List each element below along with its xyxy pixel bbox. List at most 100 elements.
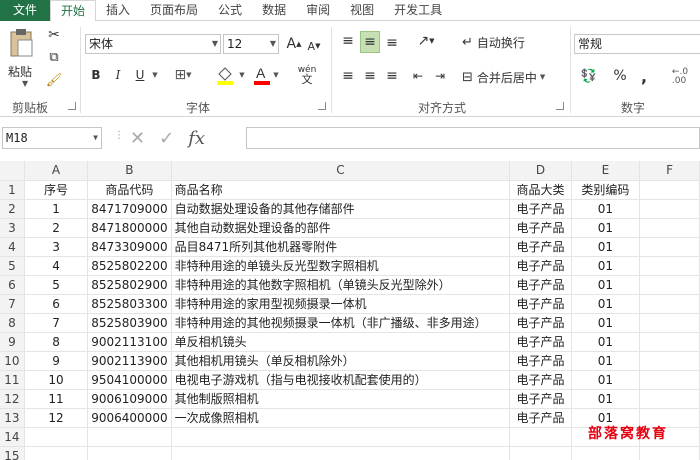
insert-function-button[interactable]: fx (188, 128, 205, 149)
cell-category-code[interactable]: 01 (570, 274, 641, 295)
cell-empty[interactable] (639, 218, 700, 238)
cell-empty[interactable] (639, 237, 700, 257)
row-header[interactable]: 4 (0, 237, 25, 257)
cell-category-code[interactable]: 类别编码 (570, 179, 641, 200)
cell-product-code[interactable]: 9006400000 (87, 407, 172, 428)
cell-product-code[interactable]: 9002113900 (87, 350, 172, 371)
cell-product-name[interactable]: 自动数据处理设备的其他存储部件 (170, 198, 511, 219)
cell-product-name[interactable]: 电视电子游戏机（指与电视接收机配套使用的） (170, 369, 511, 390)
cell-product-code[interactable]: 8525803300 (87, 293, 172, 314)
column-header-a[interactable]: A (24, 161, 89, 181)
cut-icon[interactable]: ✂ (44, 26, 64, 44)
tab-review[interactable]: 审阅 (296, 0, 340, 21)
cell-empty[interactable] (24, 427, 89, 447)
font-color-icon[interactable]: A ▼ (250, 64, 282, 86)
row-header[interactable]: 11 (0, 370, 25, 390)
font-size-combo[interactable]: 12 ▼ (223, 34, 279, 54)
merge-center-button[interactable]: ⊟ 合并后居中 ▼ (462, 66, 566, 88)
row-header[interactable]: 15 (0, 446, 25, 460)
fill-color-icon[interactable]: ▼ (214, 64, 246, 86)
cell-category-code[interactable]: 01 (570, 388, 641, 409)
cell-seq[interactable]: 10 (23, 369, 89, 390)
cell-empty[interactable] (87, 446, 172, 460)
font-launcher-icon[interactable] (318, 102, 326, 110)
cell-seq[interactable]: 7 (23, 312, 89, 333)
row-header[interactable]: 12 (0, 389, 25, 409)
cell-product-name[interactable]: 非特种用途的单镜头反光型数字照相机 (170, 255, 511, 276)
cell-category[interactable]: 电子产品 (509, 312, 572, 333)
align-middle-icon[interactable]: ≡ (360, 31, 380, 53)
borders-icon[interactable]: ⊞ ▼ (168, 66, 198, 84)
cell-empty[interactable] (571, 446, 641, 460)
cell-empty[interactable] (639, 370, 700, 390)
cell-empty[interactable] (639, 294, 700, 314)
paste-dropdown-icon[interactable]: ▼ (22, 79, 28, 88)
cell-empty[interactable] (171, 427, 511, 447)
cell-seq[interactable]: 9 (23, 350, 89, 371)
cell-category-code[interactable]: 01 (570, 217, 641, 238)
cell-category[interactable]: 电子产品 (509, 388, 572, 409)
row-header[interactable]: 13 (0, 408, 25, 428)
cell-product-name[interactable]: 商品名称 (170, 179, 511, 200)
cell-product-code[interactable]: 商品代码 (87, 179, 172, 200)
cell-seq[interactable]: 5 (23, 274, 89, 295)
row-header[interactable]: 8 (0, 313, 25, 333)
cell-empty[interactable] (509, 446, 572, 460)
column-header-d[interactable]: D (509, 161, 572, 181)
cell-empty[interactable] (24, 446, 89, 460)
cell-category-code[interactable]: 01 (570, 198, 641, 219)
cell-product-name[interactable]: 单反相机镜头 (170, 331, 511, 352)
cell-product-code[interactable]: 9504100000 (87, 369, 172, 390)
cell-category[interactable]: 电子产品 (509, 274, 572, 295)
column-header-f[interactable]: F (639, 161, 700, 181)
cell-category-code[interactable]: 01 (570, 236, 641, 257)
align-bottom-icon[interactable]: ≡ (382, 33, 402, 53)
row-header[interactable]: 1 (0, 180, 25, 200)
clipboard-launcher-icon[interactable] (68, 102, 76, 110)
cell-category-code[interactable]: 01 (570, 350, 641, 371)
wrap-text-button[interactable]: ↵ 自动换行 (462, 31, 562, 53)
underline-dropdown-icon[interactable]: ▼ (150, 66, 160, 84)
cell-empty[interactable] (509, 427, 572, 447)
currency-icon[interactable]: 💱 (576, 66, 602, 86)
cell-product-name[interactable]: 其他自动数据处理设备的部件 (170, 217, 511, 238)
percent-button[interactable]: % (610, 66, 630, 86)
row-header[interactable]: 9 (0, 332, 25, 352)
cell-product-name[interactable]: 品目8471所列其他机器零附件 (170, 236, 511, 257)
cell-empty[interactable] (639, 313, 700, 333)
cell-product-code[interactable]: 8473309000 (87, 236, 172, 257)
cell-category[interactable]: 电子产品 (509, 293, 572, 314)
cell-empty[interactable] (639, 351, 700, 371)
cell-product-name[interactable]: 一次成像照相机 (170, 407, 511, 428)
cell-category[interactable]: 电子产品 (509, 331, 572, 352)
row-header[interactable]: 2 (0, 199, 25, 219)
tab-formulas[interactable]: 公式 (208, 0, 252, 21)
tab-developer[interactable]: 开发工具 (384, 0, 452, 21)
cell-category[interactable]: 电子产品 (509, 350, 572, 371)
bold-button[interactable]: B (88, 66, 104, 84)
cell-category[interactable]: 电子产品 (509, 369, 572, 390)
cell-seq[interactable]: 2 (23, 217, 89, 238)
cell-empty[interactable] (639, 256, 700, 276)
cell-product-code[interactable]: 9006109000 (87, 388, 172, 409)
paste-button-label[interactable]: 粘贴 (8, 63, 32, 80)
cell-category-code[interactable]: 01 (570, 293, 641, 314)
cell-category-code[interactable]: 01 (570, 255, 641, 276)
cell-category[interactable]: 电子产品 (509, 255, 572, 276)
tab-page-layout[interactable]: 页面布局 (140, 0, 208, 21)
cell-product-code[interactable]: 8525803900 (87, 312, 172, 333)
cell-product-name[interactable]: 非特种用途的家用型视频摄录一体机 (170, 293, 511, 314)
tab-home[interactable]: 开始 (50, 0, 97, 22)
align-center-icon[interactable]: ≡ (360, 66, 380, 86)
cell-seq[interactable]: 3 (23, 236, 89, 257)
cell-category[interactable]: 电子产品 (509, 217, 572, 238)
cell-product-code[interactable]: 8525802900 (87, 274, 172, 295)
font-name-combo[interactable]: 宋体 ▼ (85, 34, 221, 54)
alignment-launcher-icon[interactable] (556, 102, 564, 110)
cell-category-code[interactable]: 01 (570, 331, 641, 352)
select-all-corner[interactable] (0, 161, 25, 181)
format-painter-icon[interactable]: 🖌 (44, 71, 64, 89)
align-top-icon[interactable]: ≡ (338, 31, 358, 51)
cell-seq[interactable]: 12 (23, 407, 89, 428)
orientation-icon[interactable]: ↗ ▼ (412, 31, 440, 51)
